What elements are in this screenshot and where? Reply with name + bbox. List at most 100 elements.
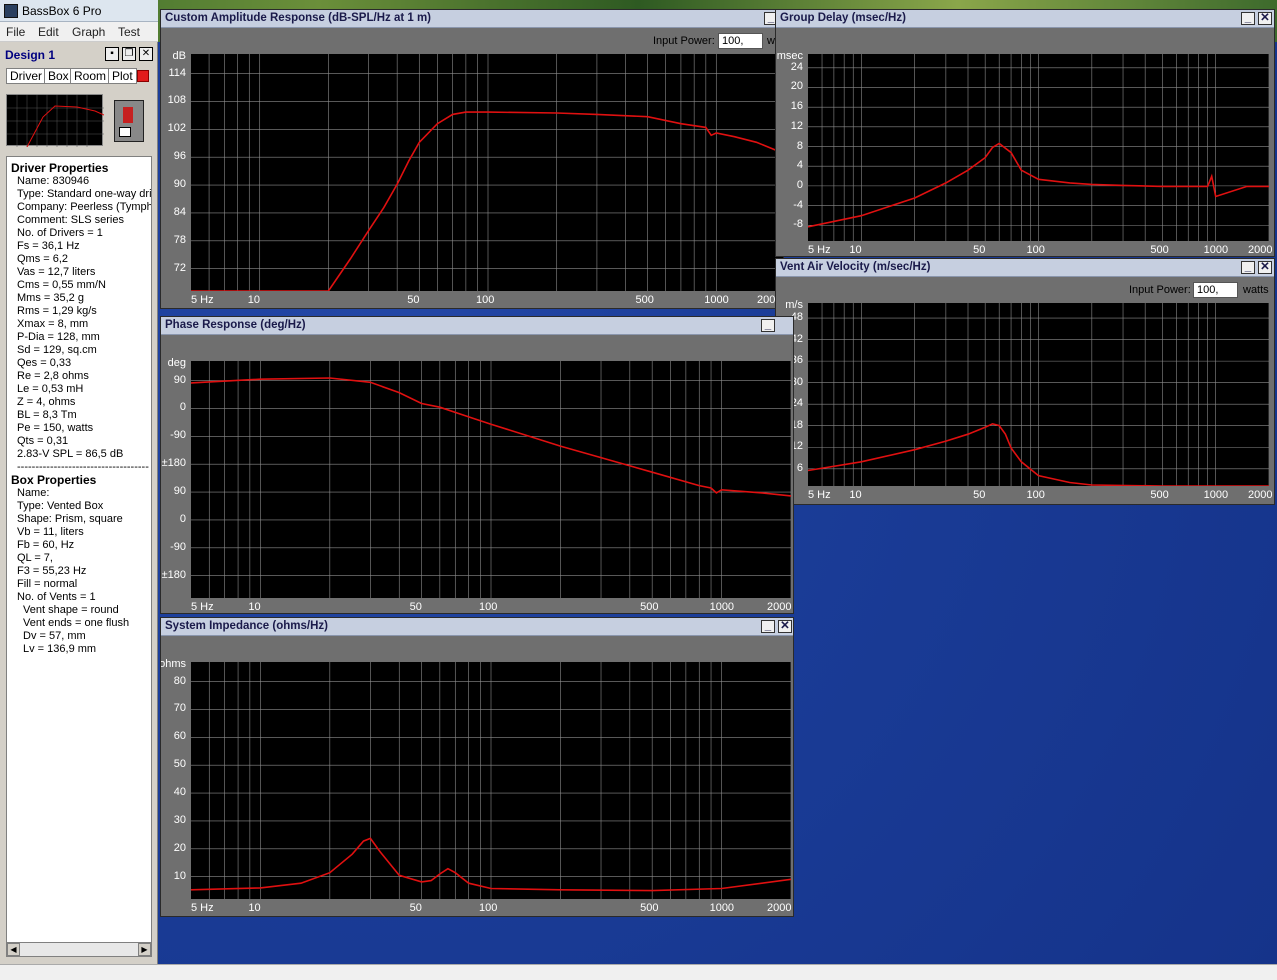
property-line: Company: Peerless (Tymphany) [17,201,151,213]
y-tick-label: 10 [173,869,186,882]
y-tick-label: 12 [790,119,803,132]
menu-test[interactable]: Test [118,25,140,39]
close-icon[interactable]: ✕ [1258,12,1272,25]
vent-velocity-plot[interactable] [808,303,1269,486]
tab-room[interactable]: Room [70,68,111,84]
minimize-icon[interactable]: _ [761,620,775,633]
app-title: BassBox 6 Pro [22,4,102,18]
scroll-right-icon[interactable]: ▶ [138,943,151,956]
property-line: No. of Vents = 1 [17,591,96,603]
property-line: Sd = 129, sq.cm [17,344,97,356]
chart-svg [191,361,791,598]
input-power-field[interactable]: 100, [718,33,763,49]
property-line: Type: Standard one-way driver [17,188,152,200]
phase-window-titlebar[interactable]: Phase Response (deg/Hz) _ [161,317,793,335]
minimize-icon[interactable]: _ [761,319,775,332]
minimize-icon[interactable]: _ [1241,12,1255,25]
input-power-field[interactable]: 100, [1193,282,1238,298]
x-tick-label: 5 Hz [191,902,214,914]
property-line: No. of Drivers = 1 [17,227,103,239]
y-tick-label: 78 [173,233,186,246]
plot-color-swatch[interactable] [137,70,149,82]
vent-velocity-window-title: Vent Air Velocity (m/sec/Hz) [780,261,931,273]
menu-edit[interactable]: Edit [38,25,59,39]
chart-svg [808,303,1269,486]
x-tick-label: 2000 [767,601,792,613]
menu-graph[interactable]: Graph [72,25,105,39]
impedance-window[interactable]: System Impedance (ohms/Hz) _ ✕ 80 70 60 50 4… [160,617,794,917]
x-tick-label: 10 [247,294,260,306]
property-line: BL = 8,3 Tm [17,409,77,421]
group-delay-window-titlebar[interactable]: Group Delay (msec/Hz) _ ✕ [776,10,1274,28]
chart-svg [808,54,1269,241]
amplitude-window[interactable]: Custom Amplitude Response (dB-SPL/Hz at … [160,9,784,309]
menu-file[interactable]: File [6,25,25,39]
y-tick-label: 90 [173,178,186,191]
close-icon[interactable]: ✕ [778,620,792,633]
vent-velocity-window-titlebar[interactable]: Vent Air Velocity (m/sec/Hz) _ ✕ [776,259,1274,277]
x-tick-label: 1000 [1203,244,1229,256]
y-axis-unit: deg [167,357,186,369]
driver-properties-heading: Driver Properties [11,161,109,175]
y-tick-label: 6 [796,461,803,474]
property-line: Vas = 12,7 liters [17,266,96,278]
property-line: Qts = 0,31 [17,435,69,447]
y-tick-label: 70 [173,702,186,715]
x-tick-label: 10 [849,489,862,501]
y-tick-label: 108 [167,94,186,107]
group-delay-window[interactable]: Group Delay (msec/Hz) _ ✕ 24 20 16 12 8 4 0 -4 -… [775,9,1275,257]
amplitude-plot[interactable] [191,54,783,291]
menubar: File Edit Graph Test [0,22,158,42]
save-icon[interactable]: ▪ [105,47,119,61]
x-tick-label: 50 [973,489,986,501]
group-delay-window-title: Group Delay (msec/Hz) [780,12,906,24]
vent-velocity-window[interactable]: Vent Air Velocity (m/sec/Hz) _ ✕ Input P… [775,258,1275,505]
x-tick-label: 1000 [709,601,735,613]
y-tick-label: ±180 [161,568,186,581]
group-delay-plot[interactable] [808,54,1269,241]
close-icon[interactable]: ✕ [139,47,153,61]
y-tick-label: ±180 [161,457,186,470]
x-tick-label: 100 [479,601,498,613]
chart-svg [191,54,783,291]
design-panel-header: Design 1 ▪ ❐ ✕ [2,44,154,64]
x-tick-label: 50 [409,902,422,914]
phase-window[interactable]: Phase Response (deg/Hz) _ 90 0 -90 ±180 90 0 -… [160,316,794,614]
tab-plot[interactable]: Plot [108,68,137,84]
scroll-left-icon[interactable]: ◀ [7,943,20,956]
x-tick-label: 100 [1026,489,1045,501]
impedance-window-titlebar[interactable]: System Impedance (ohms/Hz) _ ✕ [161,618,793,636]
design-panel: Design 1 ▪ ❐ ✕ Driver Box Room Plot Driv… [0,42,158,964]
property-line: Mms = 35,2 g [17,292,84,304]
chart-svg [191,662,791,899]
property-line: Re = 2,8 ohms [17,370,89,382]
property-line: Vent ends = one flush [23,617,130,629]
tab-driver[interactable]: Driver [6,68,46,84]
y-tick-label: -90 [170,429,186,442]
y-tick-label: 90 [173,485,186,498]
property-line: Vent shape = round [23,604,119,616]
property-line: Fs = 36,1 Hz [17,240,80,252]
x-tick-label: 10 [849,244,862,256]
y-tick-label: 60 [173,730,186,743]
minimize-icon[interactable]: _ [1241,261,1255,274]
y-tick-label: 30 [173,813,186,826]
tab-box[interactable]: Box [44,68,73,84]
property-line: QL = 7, [17,552,53,564]
thumbnail-graph [7,95,104,147]
response-thumbnail[interactable] [6,94,104,147]
x-tick-label: 50 [409,601,422,613]
x-tick-label: 100 [476,294,495,306]
copy-icon[interactable]: ❐ [122,47,136,61]
x-tick-label: 2000 [767,902,792,914]
close-icon[interactable]: ✕ [1258,261,1272,274]
series-line [191,111,783,291]
amplitude-window-titlebar[interactable]: Custom Amplitude Response (dB-SPL/Hz at … [161,10,783,28]
property-separator: ------------------------------------ [17,461,149,473]
input-power-unit: watts [1243,284,1269,296]
x-tick-label: 2000 [1248,244,1273,256]
properties-scrollbar[interactable]: ◀ ▶ [6,942,152,957]
y-tick-label: 8 [796,139,803,152]
impedance-plot[interactable] [191,662,791,899]
phase-plot[interactable] [191,361,791,598]
